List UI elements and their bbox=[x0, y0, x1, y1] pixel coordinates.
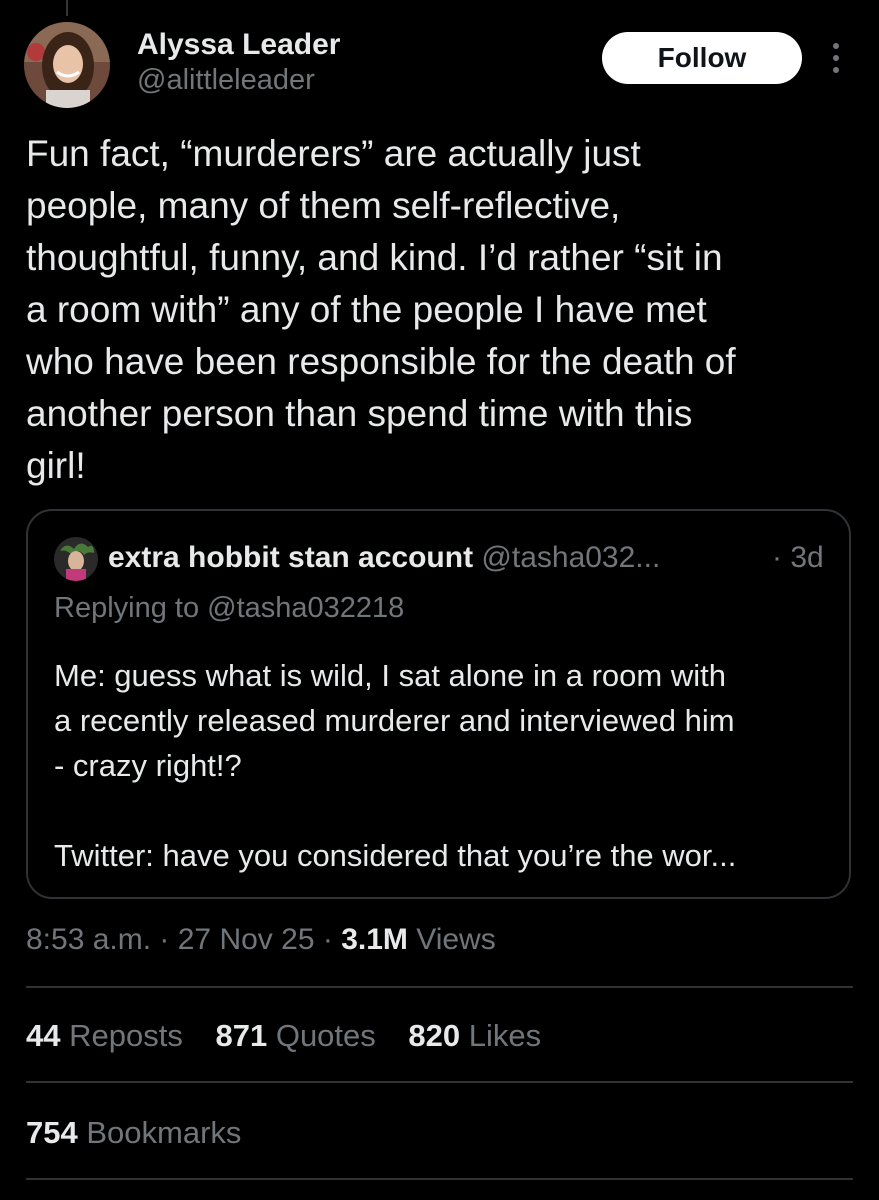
bookmarks-count: 754 bbox=[26, 1115, 78, 1150]
quoted-text: Me: guess what is wild, I sat alone in a… bbox=[54, 658, 737, 873]
likes-label: Likes bbox=[468, 1018, 542, 1053]
more-vertical-icon[interactable] bbox=[824, 38, 848, 78]
bookmarks-label: Bookmarks bbox=[86, 1115, 242, 1150]
likes-stat[interactable]: 820 Likes bbox=[408, 1014, 541, 1058]
divider bbox=[26, 986, 853, 988]
author-avatar[interactable] bbox=[24, 22, 110, 108]
tweet-time[interactable]: 8:53 a.m. bbox=[26, 923, 151, 956]
author-names: Alyssa Leader @alittleleader bbox=[137, 28, 340, 98]
reposts-count: 44 bbox=[26, 1018, 61, 1053]
divider bbox=[26, 1081, 853, 1083]
quotes-stat[interactable]: 871 Quotes bbox=[215, 1014, 375, 1058]
tweet-meta: 8:53 a.m. · 27 Nov 25 · 3.1M Views bbox=[26, 918, 496, 962]
tweet-header: Alyssa Leader @alittleleader Follow bbox=[24, 22, 854, 110]
quoted-author-avatar bbox=[54, 537, 98, 581]
bookmarks-stat[interactable]: 754 Bookmarks bbox=[26, 1111, 265, 1155]
views-label: Views bbox=[407, 923, 496, 956]
profile-photo-icon bbox=[24, 22, 110, 108]
views-count: 3.1M bbox=[341, 923, 408, 956]
profile-photo-icon bbox=[54, 537, 98, 581]
tweet-text: Fun fact, “murderers” are actually just … bbox=[26, 133, 736, 486]
quoted-timestamp: · 3d bbox=[772, 541, 824, 574]
reposts-label: Reposts bbox=[69, 1018, 183, 1053]
meta-separator: · bbox=[151, 923, 178, 956]
quotes-count: 871 bbox=[215, 1018, 268, 1053]
likes-count: 820 bbox=[408, 1018, 461, 1053]
quoted-handle: @tasha032... bbox=[481, 541, 661, 574]
engagement-stats: 44 Reposts 871 Quotes 820 Likes bbox=[26, 1014, 565, 1058]
reposts-stat[interactable]: 44 Reposts bbox=[26, 1014, 183, 1058]
tweet-date[interactable]: 27 Nov 25 bbox=[178, 923, 315, 956]
quoted-header: extra hobbit stan account @tasha032... bbox=[108, 538, 660, 578]
replying-to: Replying to @tasha032218 bbox=[54, 592, 405, 624]
meta-separator: · bbox=[314, 923, 342, 956]
quoted-display-name: extra hobbit stan account bbox=[108, 541, 474, 574]
follow-button[interactable]: Follow bbox=[602, 32, 802, 84]
author-display-name[interactable]: Alyssa Leader bbox=[137, 28, 340, 62]
author-handle[interactable]: @alittleleader bbox=[137, 62, 340, 98]
divider bbox=[26, 1178, 853, 1180]
thread-connector-line bbox=[66, 0, 68, 16]
quotes-label: Quotes bbox=[275, 1018, 376, 1053]
quoted-tweet-card[interactable]: extra hobbit stan account @tasha032... ·… bbox=[26, 509, 851, 899]
